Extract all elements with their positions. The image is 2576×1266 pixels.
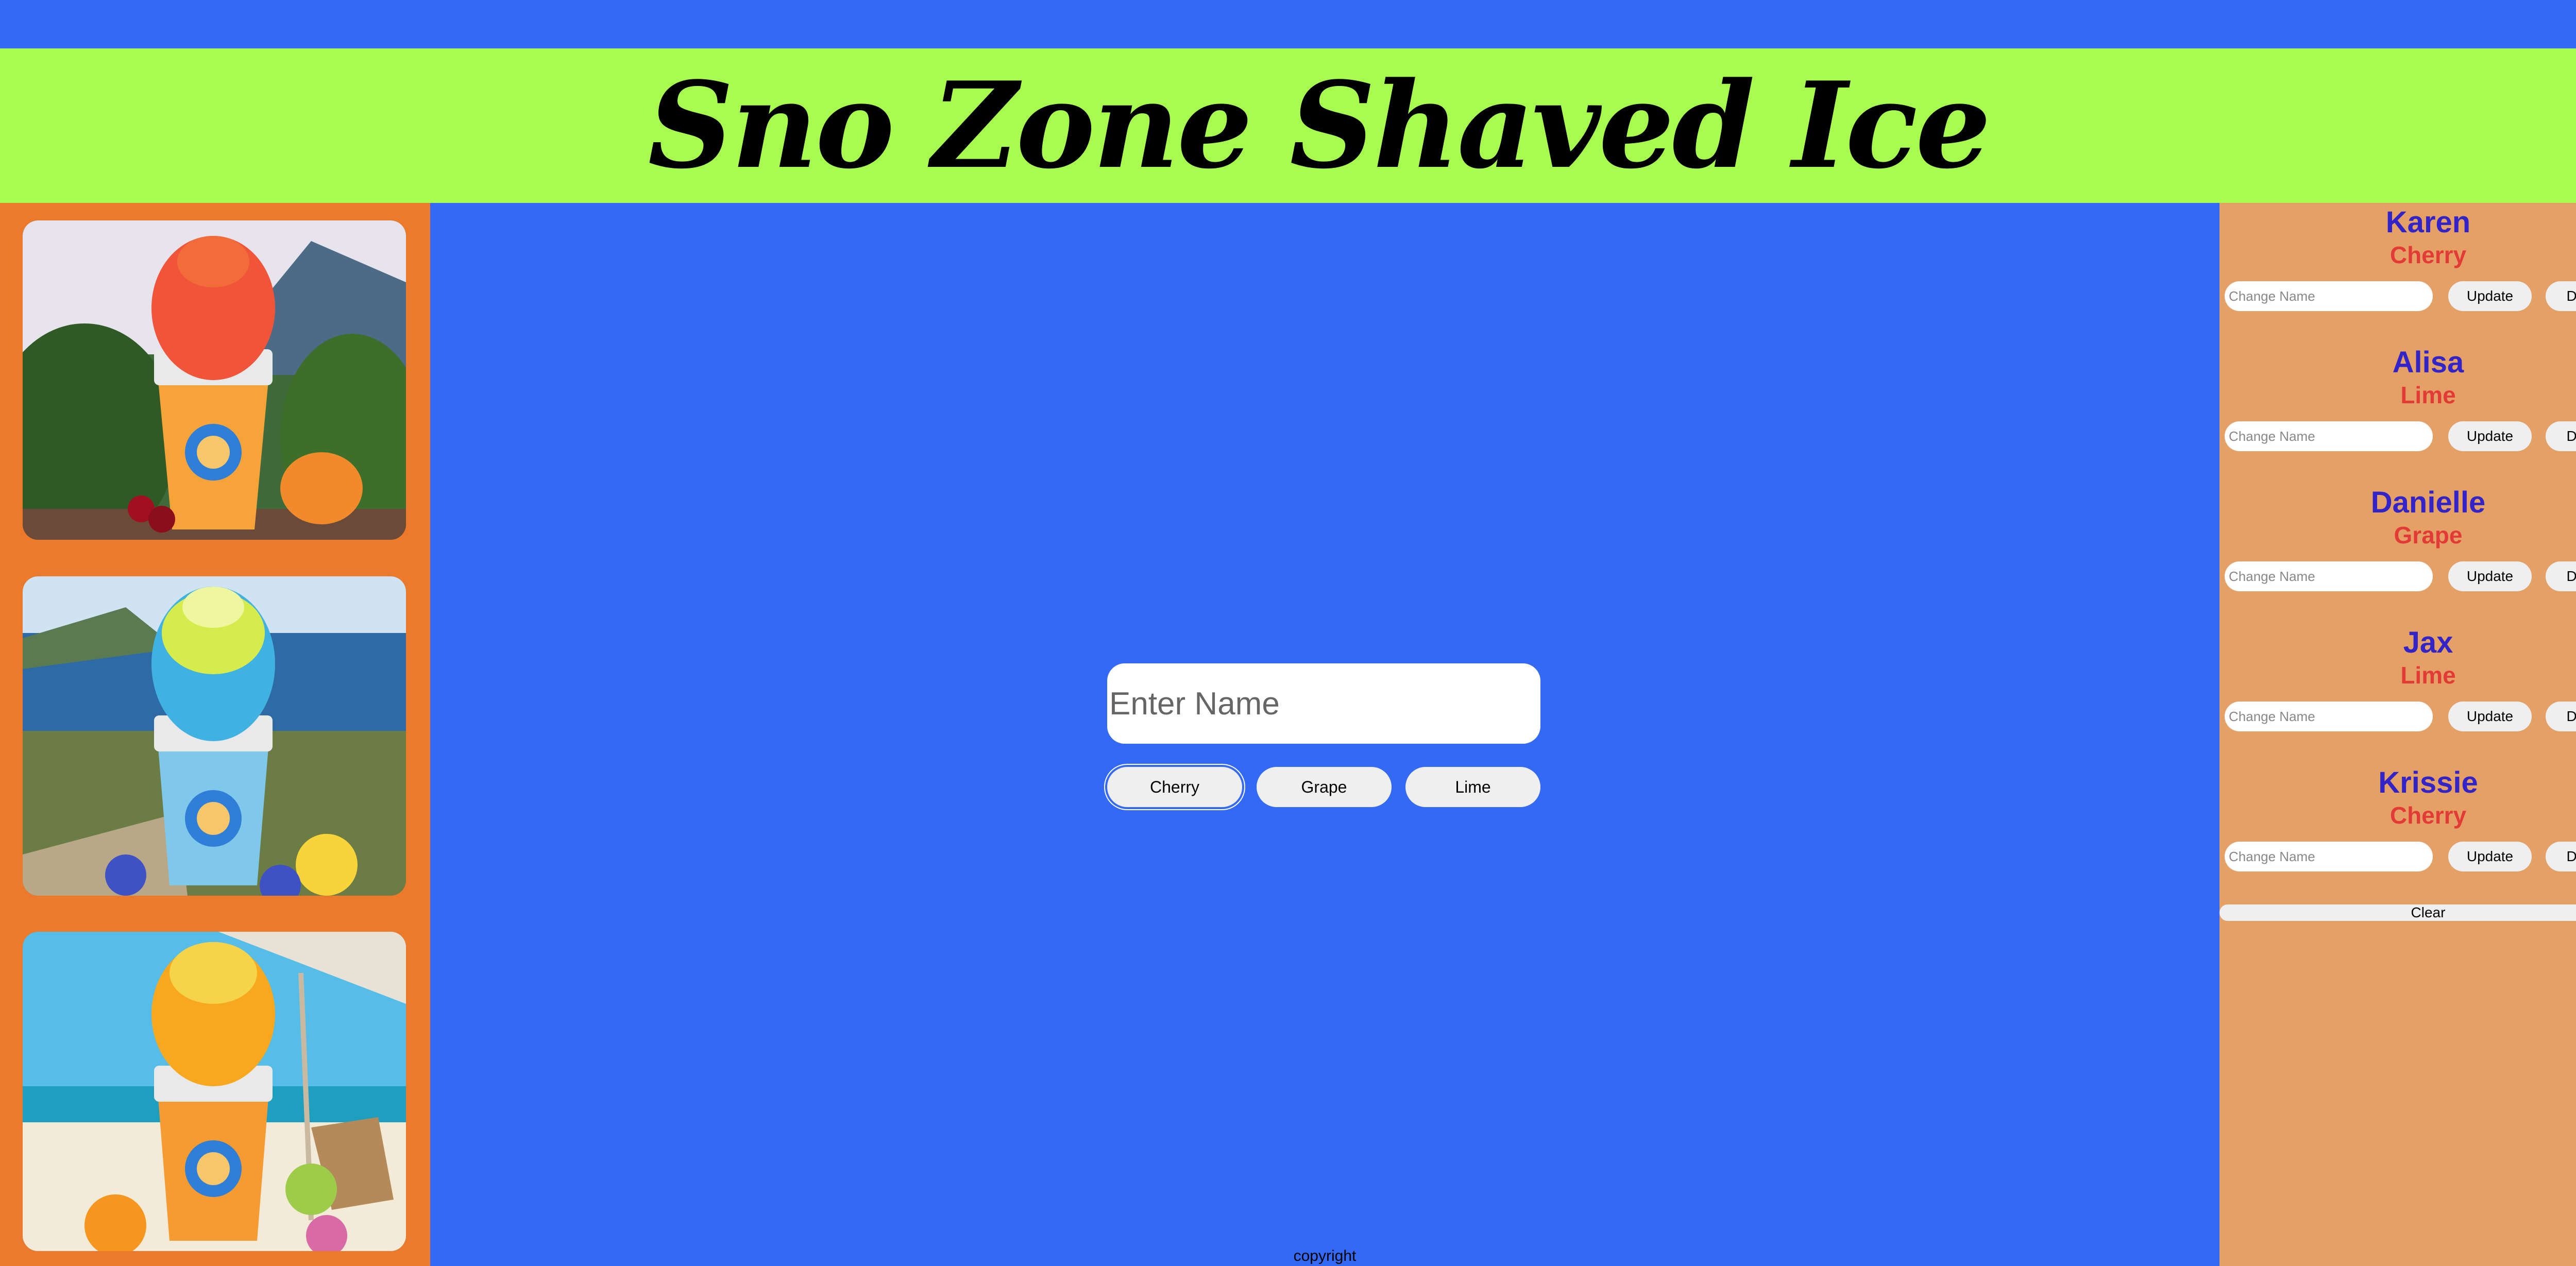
site-header: Sno Zone Shaved Ice (0, 48, 2576, 203)
order-flavor: Grape (2394, 522, 2463, 549)
order-name: Danielle (2370, 486, 2486, 519)
order-flavor: Cherry (2389, 242, 2467, 268)
update-button[interactable]: Update (2448, 281, 2532, 311)
change-name-input[interactable] (2225, 702, 2433, 731)
update-button[interactable]: Update (2448, 421, 2532, 451)
delete-button[interactable]: Delete (2546, 842, 2576, 871)
order-flavor: Lime (2400, 662, 2456, 689)
change-name-input[interactable] (2225, 281, 2433, 311)
flavor-button-lime[interactable]: Lime (1405, 767, 1540, 807)
order-name: Karen (2385, 206, 2471, 239)
order-name: Jax (2403, 626, 2453, 659)
orders-panel: Karen Cherry Update Delete Alisa Lime Up… (2219, 203, 2576, 1266)
top-bar (0, 0, 2576, 48)
delete-button[interactable]: Delete (2546, 421, 2576, 451)
order-item: Karen Cherry Update Delete (2219, 203, 2576, 316)
order-item: Krissie Cherry Update Delete (2219, 763, 2576, 877)
lime-shaved-ice-photo (23, 576, 406, 896)
order-flavor: Cherry (2389, 802, 2467, 829)
flavor-button-cherry[interactable]: Cherry (1104, 764, 1245, 810)
change-name-input[interactable] (2225, 842, 2433, 871)
copyright-text: copyright (1293, 1247, 1357, 1264)
site-title: Sno Zone Shaved Ice (648, 56, 1991, 195)
order-name: Krissie (2378, 766, 2478, 799)
delete-button[interactable]: Delete (2546, 561, 2576, 591)
change-name-input[interactable] (2225, 421, 2433, 451)
cherry-shaved-ice-photo (23, 220, 406, 540)
delete-button[interactable]: Delete (2546, 281, 2576, 311)
orange-shaved-ice-photo (23, 932, 406, 1251)
flavor-button-grape[interactable]: Grape (1257, 767, 1392, 807)
order-item: Alisa Lime Update Delete (2219, 343, 2576, 456)
clear-button[interactable]: Clear (2219, 904, 2576, 921)
order-item: Jax Lime Update Delete (2219, 623, 2576, 737)
update-button[interactable]: Update (2448, 561, 2532, 591)
update-button[interactable]: Update (2448, 702, 2532, 731)
update-button[interactable]: Update (2448, 842, 2532, 871)
order-name: Alisa (2392, 346, 2464, 379)
delete-button[interactable]: Delete (2546, 702, 2576, 731)
order-flavor: Lime (2400, 382, 2456, 408)
order-form-area: Cherry Grape Lime copyright (430, 203, 2219, 1266)
name-input[interactable] (1107, 663, 1540, 744)
change-name-input[interactable] (2225, 561, 2433, 591)
order-item: Danielle Grape Update Delete (2219, 483, 2576, 596)
photo-gallery (0, 203, 430, 1266)
